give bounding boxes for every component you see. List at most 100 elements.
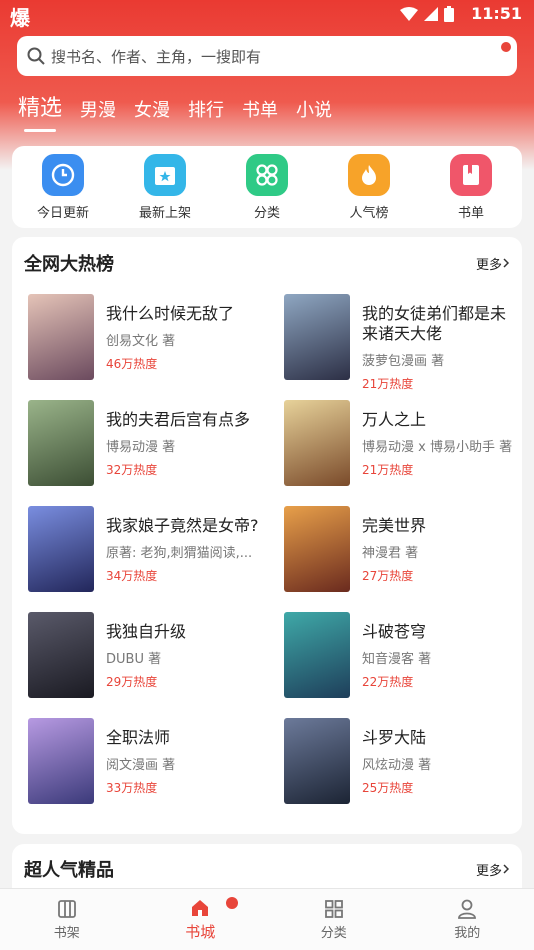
tab-male[interactable]: 男漫 bbox=[80, 96, 116, 128]
book-author: 创易文化 著 bbox=[106, 334, 176, 349]
quick-popularity[interactable]: 人气榜 bbox=[324, 153, 414, 221]
premium-section-header: 超人气精品 更多 bbox=[12, 844, 522, 894]
book-author: DUBU 著 bbox=[106, 652, 162, 667]
tab-ranking[interactable]: 排行 bbox=[188, 96, 224, 128]
book-heat: 32万热度 bbox=[106, 463, 158, 477]
book-title[interactable]: 斗破苍穹 bbox=[362, 622, 520, 642]
wifi-icon bbox=[400, 7, 418, 21]
book-title[interactable]: 斗罗大陆 bbox=[362, 728, 520, 748]
more-label: 更多 bbox=[475, 863, 502, 879]
clock-icon bbox=[42, 153, 84, 196]
tab-booklist[interactable]: 书单 bbox=[242, 96, 278, 128]
quick-booklist[interactable]: 书单 bbox=[426, 153, 516, 221]
star-box-icon bbox=[144, 153, 186, 196]
home-icon bbox=[192, 900, 209, 916]
book-item[interactable]: 全职法师阅文漫画 著 33万热度 bbox=[28, 718, 284, 804]
book-heat: 21万热度 bbox=[362, 377, 414, 391]
nav-category[interactable]: 分类 bbox=[294, 898, 374, 941]
signal-icon bbox=[424, 7, 438, 21]
book-cover[interactable] bbox=[284, 506, 350, 592]
book-cover[interactable] bbox=[284, 718, 350, 804]
book-item[interactable]: 我的女徒弟们都是未来诸天大佬 菠萝包漫画 著 21万热度 bbox=[284, 294, 534, 391]
book-item[interactable]: 斗罗大陆风炫动漫 著 25万热度 bbox=[284, 718, 534, 804]
book-info: 我的女徒弟们都是未来诸天大佬 菠萝包漫画 著 21万热度 bbox=[362, 294, 520, 391]
book-item[interactable]: 我家娘子竟然是女帝? 原著: 老狗,刺猬猫阅读,... 34万热度 bbox=[28, 506, 284, 592]
book-item[interactable]: 斗破苍穹知音漫客 著 22万热度 bbox=[284, 612, 534, 698]
hot-ranking-section: 全网大热榜 更多 我什么时候无敌了创易文化 著 46万热度 我的女徒弟们都是未来诸天… bbox=[12, 237, 522, 834]
book-cover[interactable] bbox=[284, 400, 350, 486]
book-item[interactable]: 我独自升级 DUBU 著 29万热度 bbox=[28, 612, 284, 698]
section-title: 全网大热榜 bbox=[24, 254, 114, 275]
nav-label: 分类 bbox=[320, 926, 347, 941]
book-author: 风炫动漫 著 bbox=[362, 758, 432, 773]
quick-label: 最新上架 bbox=[138, 205, 191, 221]
tab-female[interactable]: 女漫 bbox=[134, 96, 170, 128]
book-title[interactable]: 完美世界 bbox=[362, 516, 520, 536]
book-info: 万人之上博易动漫 x 博易小助手 著 21万热度 bbox=[362, 400, 520, 486]
book-item[interactable]: 万人之上博易动漫 x 博易小助手 著 21万热度 bbox=[284, 400, 534, 486]
book-title[interactable]: 万人之上 bbox=[362, 410, 520, 430]
tab-novel[interactable]: 小说 bbox=[296, 96, 332, 128]
book-heat: 22万热度 bbox=[362, 675, 414, 689]
book-heat: 21万热度 bbox=[362, 463, 414, 477]
book-cover[interactable] bbox=[28, 612, 94, 698]
more-link[interactable]: 更多 bbox=[476, 254, 510, 273]
section-header: 全网大热榜 更多 bbox=[12, 237, 522, 289]
book-item[interactable]: 完美世界 神漫君 著 27万热度 bbox=[284, 506, 534, 592]
book-heat: 33万热度 bbox=[106, 781, 158, 795]
book-title[interactable]: 我的女徒弟们都是未来诸天大佬 bbox=[362, 304, 520, 344]
quick-label: 书单 bbox=[457, 205, 484, 221]
nav-label: 我的 bbox=[454, 926, 481, 941]
grid-icon bbox=[246, 153, 288, 196]
bottom-nav: 书架 书城 分类 我的 bbox=[0, 888, 534, 950]
more-link[interactable]: 更多 bbox=[476, 860, 510, 879]
search-icon bbox=[27, 47, 45, 65]
book-info: 斗破苍穹知音漫客 著 22万热度 bbox=[362, 612, 520, 698]
book-author: 神漫君 著 bbox=[362, 546, 419, 561]
book-author: 阅文漫画 著 bbox=[106, 758, 176, 773]
nav-bookstore[interactable]: 书城 bbox=[160, 897, 240, 942]
nav-label: 书架 bbox=[53, 926, 80, 941]
quick-today-update[interactable]: 今日更新 bbox=[18, 153, 108, 221]
search-placeholder: 搜书名、作者、主角，一搜即有 bbox=[51, 47, 262, 66]
book-cover[interactable] bbox=[28, 506, 94, 592]
book-title[interactable]: 全职法师 bbox=[106, 728, 264, 748]
quick-category[interactable]: 分类 bbox=[222, 153, 312, 221]
book-info: 斗罗大陆风炫动漫 著 25万热度 bbox=[362, 718, 520, 804]
quick-label: 人气榜 bbox=[349, 205, 389, 221]
book-info: 我家娘子竟然是女帝? 原著: 老狗,刺猬猫阅读,... 34万热度 bbox=[106, 506, 264, 592]
book-item[interactable]: 我的夫君后宫有点多 博易动漫 著 32万热度 bbox=[28, 400, 284, 486]
nav-mine[interactable]: 我的 bbox=[427, 898, 507, 941]
book-grid: 我什么时候无敌了创易文化 著 46万热度 我的女徒弟们都是未来诸天大佬 菠萝包漫画 著… bbox=[12, 289, 522, 804]
flame-icon bbox=[348, 153, 390, 196]
category-icon bbox=[324, 900, 343, 918]
book-author: 博易动漫 x 博易小助手 著 bbox=[362, 440, 513, 455]
book-item[interactable]: 我什么时候无敌了创易文化 著 46万热度 bbox=[28, 294, 284, 380]
book-icon bbox=[450, 153, 492, 196]
book-info: 我的夫君后宫有点多 博易动漫 著 32万热度 bbox=[106, 400, 264, 486]
book-author: 知音漫客 著 bbox=[362, 652, 432, 667]
nav-label: 书城 bbox=[185, 923, 216, 941]
book-heat: 25万热度 bbox=[362, 781, 414, 795]
book-title[interactable]: 我什么时候无敌了 bbox=[106, 304, 264, 324]
more-label: 更多 bbox=[475, 257, 502, 273]
notification-dot bbox=[501, 42, 511, 52]
book-info: 全职法师阅文漫画 著 33万热度 bbox=[106, 718, 264, 804]
book-title[interactable]: 我家娘子竟然是女帝? bbox=[106, 516, 264, 536]
book-cover[interactable] bbox=[284, 612, 350, 698]
quick-label: 分类 bbox=[253, 205, 280, 221]
book-cover[interactable] bbox=[28, 294, 94, 380]
shelf-icon bbox=[57, 900, 76, 918]
battery-icon bbox=[444, 6, 454, 22]
book-cover[interactable] bbox=[28, 400, 94, 486]
search-bar[interactable]: 搜书名、作者、主角，一搜即有 bbox=[17, 36, 517, 76]
book-cover[interactable] bbox=[28, 718, 94, 804]
tab-featured[interactable]: 精选 bbox=[18, 90, 62, 132]
book-heat: 46万热度 bbox=[106, 357, 158, 371]
nav-bookshelf[interactable]: 书架 bbox=[27, 898, 107, 941]
book-cover[interactable] bbox=[284, 294, 350, 380]
quick-new-arrivals[interactable]: 最新上架 bbox=[120, 153, 210, 221]
book-title[interactable]: 我的夫君后宫有点多 bbox=[106, 410, 264, 430]
book-info: 我什么时候无敌了创易文化 著 46万热度 bbox=[106, 294, 264, 380]
book-title[interactable]: 我独自升级 bbox=[106, 622, 264, 642]
